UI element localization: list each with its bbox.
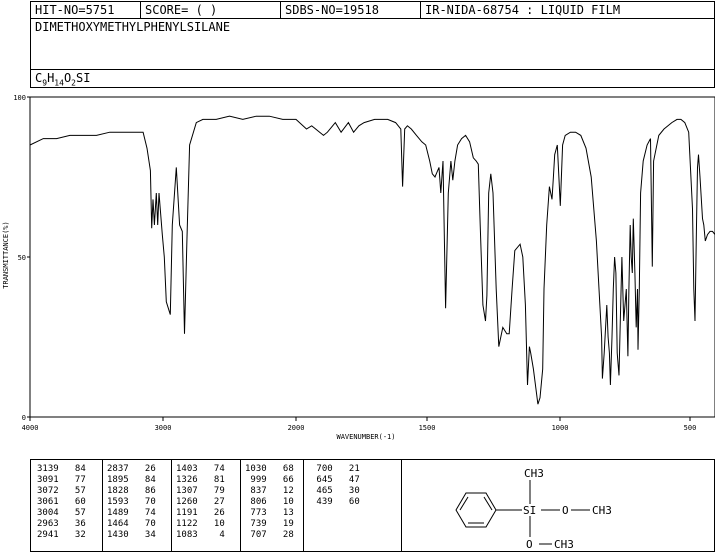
peak-row: 1593 70	[107, 497, 156, 507]
peak-row: 3091 77	[37, 475, 86, 485]
table-divider	[303, 460, 304, 551]
peak-row: 645 47	[311, 475, 360, 485]
peak-row: 739 19	[245, 519, 294, 529]
peak-row: 1430 34	[107, 530, 156, 540]
peak-row: 1260 27	[176, 497, 225, 507]
peak-row: 1307 79	[176, 486, 225, 496]
peak-row: 2837 26	[107, 464, 156, 474]
peak-row: 1464 70	[107, 519, 156, 529]
x-tick-label: 3000	[155, 424, 172, 432]
peak-row: 3061 60	[37, 497, 86, 507]
peak-row: 2941 32	[37, 530, 86, 540]
peak-row: 837 12	[245, 486, 294, 496]
peak-row: 3072 57	[37, 486, 86, 496]
spectrum-line	[29, 115, 715, 405]
peak-table: 3139 84 3091 77 3072 57 3061 60 3004 57 2963 …	[30, 459, 402, 552]
y-tick-label: 0	[22, 414, 26, 422]
peak-row: 2963 36	[37, 519, 86, 529]
peak-row: 3139 84	[37, 464, 86, 474]
silicon-label: SI	[523, 504, 536, 517]
table-divider	[240, 460, 241, 551]
peak-column-1: 3139 84 3091 77 3072 57 3061 60 3004 57 2963 …	[37, 464, 86, 541]
peak-row: 465 30	[311, 486, 360, 496]
table-divider	[171, 460, 172, 551]
peak-column-2: 2837 26 1895 84 1828 86 1593 70 1489 74 1464 …	[107, 464, 156, 541]
methyl-label-bottom: CH3	[554, 538, 574, 551]
y-axis-label: TRANSMITTANCE(%)	[2, 221, 10, 288]
peak-row: 1083 4	[176, 530, 225, 540]
x-tick-label: 2000	[288, 424, 305, 432]
peak-column-4: 1030 68 999 66 837 12 806 10 773 13 739 …	[245, 464, 294, 541]
peak-row: 439 60	[311, 497, 360, 507]
peak-row: 806 10	[245, 497, 294, 507]
benzene-ring	[455, 492, 497, 528]
x-tick-label: 1000	[552, 424, 569, 432]
ir-spectrum-chart: 4000 3000 2000 1500 1000 500 0 50 100 TRANSMITTA…	[2, 94, 715, 441]
peak-row: 1489 74	[107, 508, 156, 518]
peak-row: 773 13	[245, 508, 294, 518]
x-tick-label: 4000	[22, 424, 39, 432]
y-tick-label: 100	[13, 94, 26, 102]
peak-row: 1828 86	[107, 486, 156, 496]
table-divider	[102, 460, 103, 551]
ring-double-bond	[483, 496, 493, 511]
peak-column-5: 700 21 645 47 465 30 439 60	[311, 464, 360, 508]
oxygen-label-right: O	[562, 504, 569, 517]
structure-box: CH3 SI O CH3 O CH3	[401, 459, 715, 552]
peak-row: 1030 68	[245, 464, 294, 474]
axis-ticks: 4000 3000 2000 1500 1000 500 0 50 100	[13, 94, 696, 432]
methyl-label-right: CH3	[592, 504, 612, 517]
x-axis-label: WAVENUMBER(-1)	[336, 433, 395, 441]
peak-row: 1403 74	[176, 464, 225, 474]
peak-row: 999 66	[245, 475, 294, 485]
methyl-label-top: CH3	[524, 467, 544, 480]
x-tick-label: 500	[684, 424, 697, 432]
peak-row: 1326 81	[176, 475, 225, 485]
x-tick-label: 1500	[419, 424, 436, 432]
peak-row: 1191 26	[176, 508, 225, 518]
peak-row: 700 21	[311, 464, 360, 474]
peak-row: 1122 10	[176, 519, 225, 529]
y-tick-label: 50	[18, 254, 26, 262]
plot-frame	[29, 96, 715, 418]
peak-row: 1895 84	[107, 475, 156, 485]
oxygen-label-bottom: O	[526, 538, 533, 551]
peak-row: 3004 57	[37, 508, 86, 518]
peak-row: 707 28	[245, 530, 294, 540]
ring-double-bond	[459, 496, 469, 511]
molecular-structure: CH3 SI O CH3 O CH3	[455, 467, 612, 551]
peak-column-3: 1403 74 1326 81 1307 79 1260 27 1191 26 1122 …	[176, 464, 225, 541]
